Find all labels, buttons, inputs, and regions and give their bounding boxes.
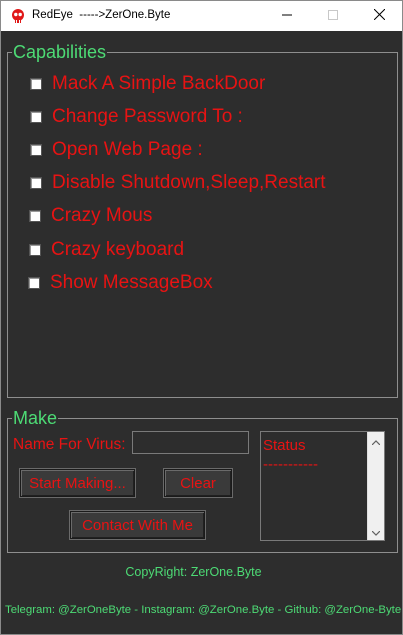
copyright-text: CopyRight: ZerOne.Byte <box>125 565 262 579</box>
scroll-down-button[interactable] <box>368 523 384 540</box>
main-window: RedEye ----->ZerOne.Byte Capabilities Ma… <box>0 0 403 635</box>
status-text: Status ----------- <box>263 437 318 473</box>
close-button[interactable] <box>356 1 402 31</box>
title-bar[interactable]: RedEye ----->ZerOne.Byte <box>1 1 402 31</box>
capability-crazy-keyboard-label: Crazy keyboard <box>51 239 185 260</box>
checkbox-backdoor[interactable] <box>30 78 42 90</box>
client-area: Capabilities Mack A Simple BackDoor Chan… <box>1 31 402 634</box>
social-links-footer: Telegram: @ZerOneByte - Instagram: @ZerO… <box>5 604 402 616</box>
status-scrollbar[interactable] <box>367 432 384 540</box>
capability-disable-shutdown-label: Disable Shutdown,Sleep,Restart <box>52 172 326 193</box>
capability-open-web-page-label: Open Web Page : <box>52 139 203 160</box>
capability-show-messagebox-label: Show MessageBox <box>50 272 213 293</box>
capability-backdoor[interactable]: Mack A Simple BackDoor <box>30 72 265 96</box>
capability-crazy-mouse[interactable]: Crazy Mous <box>29 204 152 228</box>
window-title: RedEye ----->ZerOne.Byte <box>32 9 171 21</box>
capabilities-legend: Capabilities <box>12 42 108 62</box>
contact-button[interactable]: Contact With Me <box>70 511 205 539</box>
virus-name-input[interactable] <box>132 431 249 454</box>
capabilities-group: Capabilities Mack A Simple BackDoor Chan… <box>7 42 398 398</box>
maximize-icon <box>328 7 338 25</box>
maximize-button[interactable] <box>310 1 356 31</box>
capability-open-web-page[interactable]: Open Web Page : <box>30 138 203 162</box>
clear-button[interactable]: Clear <box>164 469 232 497</box>
minimize-icon <box>282 7 292 25</box>
checkbox-change-password[interactable] <box>30 111 42 123</box>
minimize-button[interactable] <box>264 1 310 31</box>
checkbox-crazy-keyboard[interactable] <box>29 244 41 256</box>
capability-change-password[interactable]: Change Password To : <box>30 105 243 129</box>
checkbox-show-messagebox[interactable] <box>28 277 40 289</box>
checkbox-disable-shutdown[interactable] <box>30 177 42 189</box>
make-group: Make Name For Virus: Start Making... Cle… <box>7 408 398 553</box>
close-icon <box>373 7 385 25</box>
virus-name-label: Name For Virus: <box>13 436 126 453</box>
status-box[interactable]: Status ----------- <box>260 431 385 541</box>
checkbox-crazy-mouse[interactable] <box>29 210 41 222</box>
redeye-skull-icon <box>10 8 26 24</box>
capability-disable-shutdown[interactable]: Disable Shutdown,Sleep,Restart <box>30 171 326 195</box>
make-legend: Make <box>12 408 59 428</box>
capability-show-messagebox[interactable]: Show MessageBox <box>28 271 213 295</box>
capability-backdoor-label: Mack A Simple BackDoor <box>52 73 266 94</box>
checkbox-open-web-page[interactable] <box>30 144 42 156</box>
capability-crazy-keyboard[interactable]: Crazy keyboard <box>29 238 184 262</box>
chevron-up-icon <box>371 432 381 450</box>
capability-crazy-mouse-label: Crazy Mous <box>51 205 153 226</box>
start-making-button[interactable]: Start Making... <box>20 469 135 497</box>
chevron-down-icon <box>371 523 381 541</box>
capability-change-password-label: Change Password To : <box>52 106 243 127</box>
scroll-up-button[interactable] <box>368 432 384 449</box>
